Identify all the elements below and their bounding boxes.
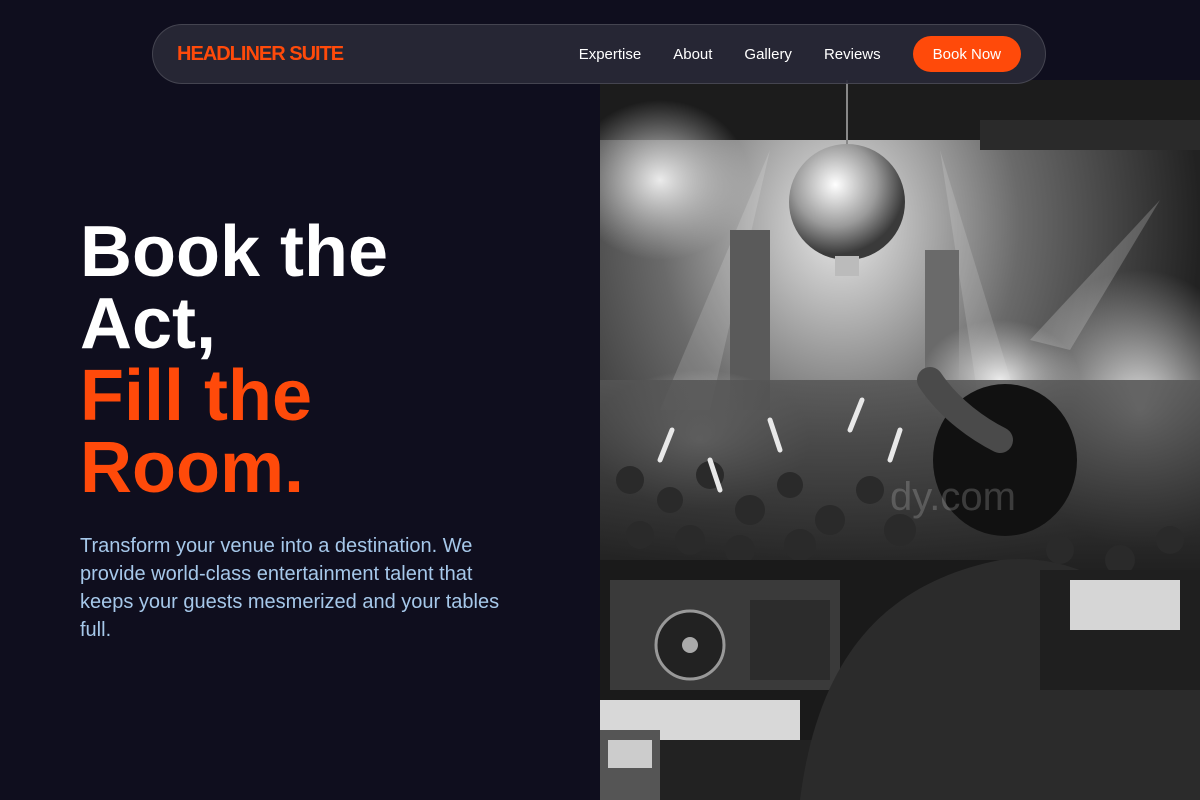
hero-headline: Book the Act, Fill the Room.: [80, 216, 520, 504]
hero-image: dy.com: [600, 80, 1200, 800]
dj-crowd-photo-icon: dy.com: [600, 80, 1200, 800]
headline-line-1: Book the: [80, 212, 389, 292]
top-navbar: HEADLINER SUITE Expertise About Gallery …: [152, 24, 1046, 84]
nav-link-reviews[interactable]: Reviews: [824, 46, 881, 63]
book-now-button[interactable]: Book Now: [912, 36, 1021, 72]
headline-line-3: Fill the: [80, 356, 312, 436]
nav-link-about[interactable]: About: [673, 46, 712, 63]
svg-text:dy.com: dy.com: [890, 475, 1016, 519]
nav-link-expertise[interactable]: Expertise: [579, 46, 642, 63]
brand-logo[interactable]: HEADLINER SUITE: [177, 43, 344, 66]
nav-link-gallery[interactable]: Gallery: [744, 46, 792, 63]
page: dy.com HEADLINER SUITE Expertise About G…: [0, 0, 1200, 800]
headline-line-2: Act,: [80, 284, 217, 364]
hero-subtext: Transform your venue into a destination.…: [80, 535, 500, 641]
hero-copy: Book the Act, Fill the Room. Transform y…: [80, 216, 520, 644]
headline-line-4: Room.: [80, 428, 304, 508]
nav-links: Expertise About Gallery Reviews Book Now: [579, 36, 1021, 72]
